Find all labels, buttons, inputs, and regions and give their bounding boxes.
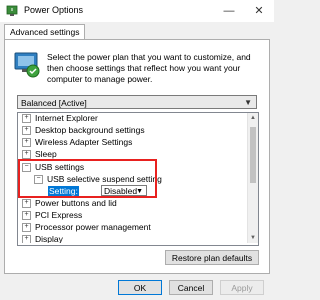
expand-icon[interactable]: +	[22, 150, 31, 160]
tree-item-power-buttons[interactable]: + Power buttons and lid	[22, 198, 117, 209]
tree-item-label: Sleep	[35, 149, 57, 159]
tree-item-wireless-adapter[interactable]: + Wireless Adapter Settings	[22, 137, 132, 148]
setting-value: Disabled	[104, 186, 138, 196]
tree-item-label: Display	[35, 234, 63, 243]
tree-item-pci-express[interactable]: + PCI Express	[22, 210, 82, 221]
expand-icon[interactable]: +	[22, 114, 31, 124]
expand-icon[interactable]: +	[22, 211, 31, 221]
scrollbar-thumb[interactable]	[250, 127, 256, 183]
chevron-down-icon: ▼	[136, 188, 143, 195]
expand-icon[interactable]: +	[22, 138, 31, 148]
setting-value-dropdown[interactable]: Disabled ▼	[101, 185, 147, 196]
power-plan-select-value: Balanced [Active]	[21, 98, 87, 108]
tab-strip: Advanced settings	[0, 22, 274, 41]
ok-button[interactable]: OK	[118, 280, 162, 295]
expand-icon[interactable]: +	[22, 223, 31, 233]
close-button[interactable]: ✕	[244, 0, 274, 22]
chevron-down-icon: ▼	[244, 98, 252, 107]
tree-item-label: Internet Explorer	[35, 113, 98, 123]
advanced-settings-panel: Select the power plan that you want to c…	[4, 39, 270, 274]
power-plan-icon	[13, 50, 41, 80]
minimize-button[interactable]: —	[214, 0, 244, 22]
expand-icon[interactable]: +	[22, 235, 31, 243]
window-title: Power Options	[24, 5, 84, 15]
title-bar: Power Options — ✕	[0, 0, 274, 22]
tree-item-internet-explorer[interactable]: + Internet Explorer	[22, 113, 98, 124]
tree-item-display[interactable]: + Display	[22, 234, 63, 243]
apply-button[interactable]: Apply	[220, 280, 264, 295]
tree-item-label: Power buttons and lid	[35, 198, 117, 208]
expand-icon[interactable]: +	[22, 199, 31, 209]
tree-item-label: Wireless Adapter Settings	[35, 137, 133, 147]
expand-icon[interactable]: +	[22, 126, 31, 136]
power-plan-select[interactable]: Balanced [Active] ▼	[17, 95, 257, 109]
tree-item-desktop-background[interactable]: + Desktop background settings	[22, 125, 145, 136]
tree-item-processor-power[interactable]: + Processor power management	[22, 222, 151, 233]
tree-item-label: PCI Express	[35, 210, 83, 220]
restore-plan-defaults-button[interactable]: Restore plan defaults	[165, 250, 259, 265]
panel-description: Select the power plan that you want to c…	[47, 52, 251, 84]
power-options-icon	[6, 5, 18, 17]
scroll-down-icon[interactable]: ▼	[248, 233, 258, 243]
tree-item-label: Processor power management	[35, 222, 151, 232]
scroll-up-icon[interactable]: ▲	[248, 113, 258, 123]
tree-scrollbar[interactable]: ▲ ▼	[247, 113, 258, 243]
cancel-button[interactable]: Cancel	[169, 280, 213, 295]
tree-item-label: Desktop background settings	[35, 125, 145, 135]
